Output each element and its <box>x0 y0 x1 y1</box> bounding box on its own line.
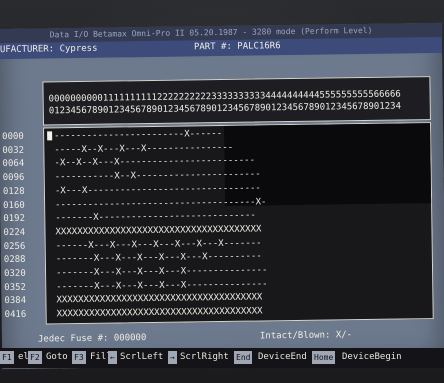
intact-blown-field: Intact/Blown: X/- <box>259 330 353 342</box>
fuse-row-0160[interactable]: -------------------------------------X- <box>55 197 266 211</box>
fuse-row-0032[interactable]: -----X--X---X---X---------------- <box>54 143 233 156</box>
fkey-f2-key[interactable]: F3 <box>72 351 86 364</box>
terminal-screen: Data I/O Betamax Omni-Pro II 05.20.1987 … <box>0 22 444 370</box>
fkey-home-key[interactable]: Home <box>312 351 336 364</box>
fkey-label-scrlright: ScrlRight <box>180 352 229 362</box>
row-address-0032: 0032 <box>2 145 25 156</box>
manufacturer-label: UFACTURER: Cypress <box>0 43 98 56</box>
row-address-0320: 0320 <box>3 268 26 280</box>
jedec-fuse-field[interactable]: Jedec Fuse #: 000000 <box>38 333 147 346</box>
fuse-row-0224[interactable]: XXXXXXXXXXXXXXXXXXXXXXXXXXXXXXXXXXXXXX <box>55 224 261 238</box>
row-address-0064: 0064 <box>2 159 25 170</box>
fkey-label-deviceend: DeviceEnd <box>258 352 307 362</box>
row-address-0128: 0128 <box>2 186 25 197</box>
fkey-label-devicebegin: DeviceBegin <box>342 352 402 362</box>
row-address-0224: 0224 <box>3 227 26 238</box>
crt-monitor: Data I/O Betamax Omni-Pro II 05.20.1987 … <box>0 0 444 383</box>
fuse-row-0352[interactable]: -------X---X---X---X---X--------------- <box>56 279 267 293</box>
fkey-label-goto: Goto <box>46 352 68 362</box>
function-key-bar: F1 elp F2 Goto F3 Fill ← ScrlLeft → ScrlRight End D… <box>0 348 444 368</box>
fuse-row-0384[interactable]: XXXXXXXXXXXXXXXXXXXXXXXXXXXXXXXXXXXXXX <box>56 293 262 307</box>
row-address-0192: 0192 <box>3 213 26 225</box>
fuse-row-0000[interactable]: ------------------------X------ <box>54 129 222 142</box>
row-address-0384: 0384 <box>4 296 27 307</box>
fuse-row-0416[interactable]: XXXXXXXXXXXXXXXXXXXXXXXXXXXXXXXXXXXXXX <box>57 307 263 321</box>
edit-cursor <box>47 131 53 141</box>
fuse-row-0192[interactable]: -------X----------------------------- <box>55 211 256 225</box>
fkey-f0-key[interactable]: F1 <box>0 351 14 364</box>
column-header-panel: 0000000000111111111122222222223333333333… <box>42 76 431 126</box>
row-address-0160: 0160 <box>3 200 25 211</box>
row-address-0000: 0000 <box>2 131 24 143</box>
fkey-label-scrlleft: ScrlLeft <box>120 352 164 362</box>
row-address-0416: 0416 <box>4 309 27 321</box>
row-address-0288: 0288 <box>3 255 26 266</box>
fkey-f4-key[interactable]: → <box>168 351 177 364</box>
row-address-0256: 0256 <box>3 241 26 252</box>
fuse-row-0288[interactable]: -------X---X---X---X---X---X---------- <box>56 252 262 266</box>
row-address-0096: 0096 <box>2 172 25 184</box>
fuse-row-0320[interactable]: -------X---X---X---X---X--------------- <box>56 265 267 279</box>
part-number-label: PART #: PALC16R6 <box>193 41 281 53</box>
fkey-f1-key[interactable]: F2 <box>28 351 42 364</box>
fkey-end-key[interactable]: End <box>234 351 253 364</box>
fuse-map-grid[interactable]: ------------------------X------ -----X--X… <box>43 122 434 325</box>
fuse-row-0256[interactable]: ------X---X---X---X---X---X---X------- <box>56 238 262 252</box>
fkey-f3-key[interactable]: ← <box>108 351 117 364</box>
row-address-0352: 0352 <box>4 282 27 293</box>
